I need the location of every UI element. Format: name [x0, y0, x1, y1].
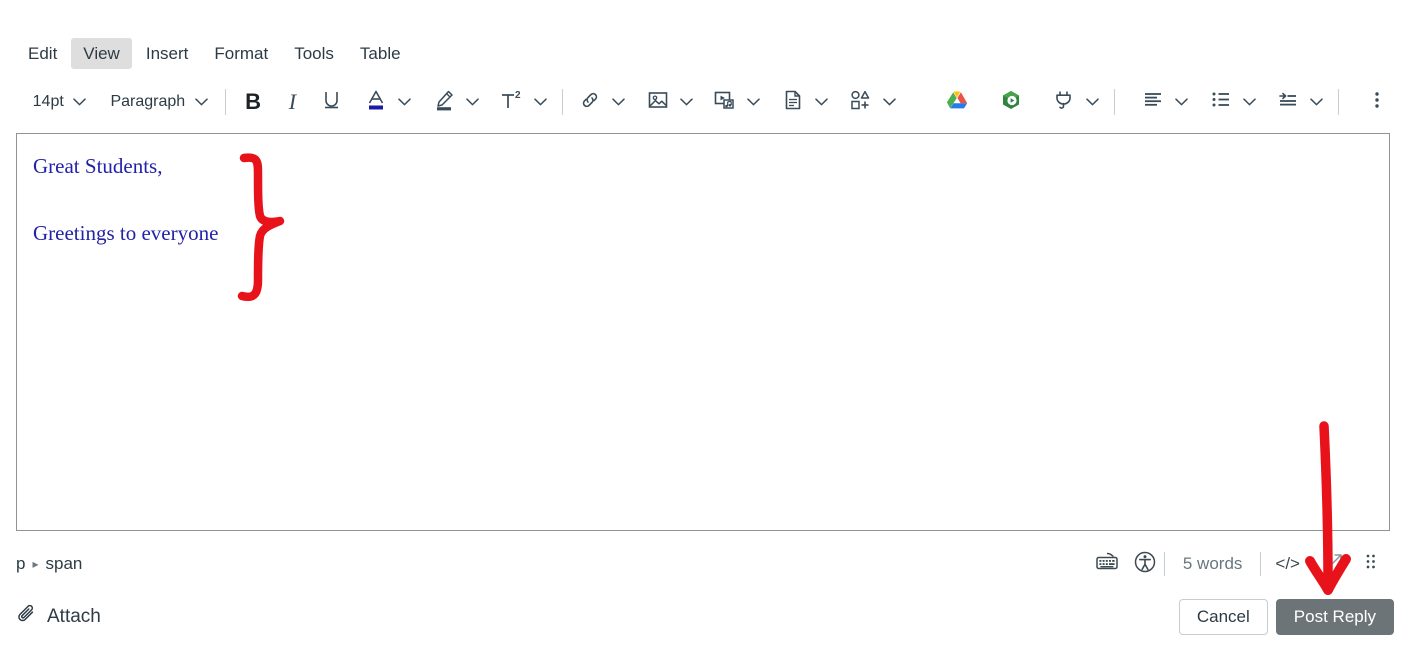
link-icon [579, 89, 601, 116]
link-button[interactable] [573, 85, 607, 119]
editor-footer-bar: Attach Cancel Post Reply [16, 594, 1394, 640]
toolbar-separator [561, 89, 563, 115]
attach-button[interactable]: Attach [16, 603, 101, 631]
resize-arrows-icon [1321, 550, 1345, 579]
apps-plug-icon [1052, 89, 1076, 116]
editor-paragraph-2[interactable]: Greetings to everyone [33, 223, 1373, 244]
highlight-chevron-down-icon[interactable] [461, 85, 484, 119]
menu-item-format[interactable]: Format [202, 38, 280, 69]
paperclip-icon [16, 603, 38, 631]
html-editor-button[interactable]: </> [1261, 554, 1314, 574]
block-format-value: Paragraph [110, 93, 186, 110]
google-drive-icon [945, 89, 969, 116]
resize-editor-button[interactable] [1314, 547, 1352, 581]
footer-actions: Cancel Post Reply [1178, 598, 1394, 636]
highlight-color-button[interactable] [427, 85, 461, 119]
word-count-label: 5 words [1182, 554, 1243, 573]
text-color-icon [365, 89, 387, 116]
menu-item-view[interactable]: View [71, 37, 132, 69]
apps-plug-button[interactable] [1047, 85, 1081, 119]
chevron-down-icon [193, 85, 209, 119]
align-chevron-down-icon[interactable] [1170, 85, 1193, 119]
breadcrumb-item-p[interactable]: p [16, 554, 25, 574]
superscript-button[interactable]: 2 [495, 85, 529, 119]
underline-icon [322, 90, 341, 115]
indent-icon [1277, 89, 1299, 116]
menu-item-tools[interactable]: Tools [282, 38, 346, 69]
toolbar-separator [1338, 89, 1340, 115]
rce-reply-editor: Edit View Insert Format Tools Table 14pt… [0, 0, 1410, 655]
media-button[interactable] [708, 85, 742, 119]
chevron-down-icon [72, 85, 88, 119]
media-chevron-down-icon[interactable] [742, 85, 765, 119]
font-size-value: 14pt [32, 93, 64, 110]
drag-handle-button[interactable] [1352, 547, 1390, 581]
more-options-icon [1374, 89, 1380, 116]
status-bar-tools: 5 words </> [1088, 547, 1390, 581]
bulleted-list-button[interactable] [1204, 85, 1238, 119]
cancel-button[interactable]: Cancel [1178, 598, 1268, 636]
editor-paragraph-1[interactable]: Great Students, [33, 156, 1373, 177]
indent-button[interactable] [1271, 85, 1305, 119]
menu-bar: Edit View Insert Format Tools Table [16, 32, 413, 74]
keyboard-shortcuts-button[interactable] [1088, 547, 1126, 581]
more-options-button[interactable] [1360, 85, 1394, 119]
studio-media-icon [999, 89, 1023, 116]
keyboard-icon [1095, 552, 1119, 577]
document-chevron-down-icon[interactable] [810, 85, 833, 119]
image-icon [647, 89, 669, 116]
post-reply-button[interactable]: Post Reply [1275, 598, 1394, 636]
toolbar-separator [225, 89, 227, 115]
formatting-toolbar: 14pt Paragraph B I 2 [16, 80, 1394, 124]
underline-button[interactable] [315, 85, 349, 119]
attach-label: Attach [47, 606, 101, 627]
drag-handle-icon [1364, 552, 1378, 577]
italic-button[interactable]: I [275, 85, 309, 119]
link-chevron-down-icon[interactable] [607, 85, 630, 119]
document-button[interactable] [776, 85, 810, 119]
shapes-icon [849, 89, 873, 116]
editor-status-bar: p ▸ span 5 words </> [16, 543, 1390, 585]
accessibility-checker-button[interactable] [1126, 547, 1164, 581]
image-button[interactable] [641, 85, 675, 119]
align-left-icon [1142, 89, 1164, 116]
accessibility-icon [1133, 550, 1157, 579]
list-chevron-down-icon[interactable] [1238, 85, 1261, 119]
menu-item-table[interactable]: Table [348, 38, 413, 69]
element-path-breadcrumb[interactable]: p ▸ span [16, 554, 82, 574]
menu-item-edit[interactable]: Edit [16, 38, 69, 69]
menu-item-insert[interactable]: Insert [134, 38, 201, 69]
document-icon [782, 89, 804, 116]
bold-icon: B [245, 89, 261, 114]
indent-chevron-down-icon[interactable] [1305, 85, 1328, 119]
text-color-button[interactable] [359, 85, 393, 119]
bold-button[interactable]: B [236, 85, 270, 119]
bulleted-list-icon [1210, 89, 1232, 116]
svg-text:2: 2 [515, 90, 521, 101]
breadcrumb-item-span[interactable]: span [46, 554, 83, 574]
italic-icon: I [288, 89, 297, 114]
align-button[interactable] [1136, 85, 1170, 119]
shapes-button[interactable] [844, 85, 878, 119]
block-format-selector[interactable]: Paragraph [104, 85, 215, 119]
apps-chevron-down-icon[interactable] [1081, 85, 1104, 119]
font-size-selector[interactable]: 14pt [27, 85, 94, 119]
chevron-right-icon: ▸ [32, 557, 39, 571]
superscript-chevron-down-icon[interactable] [529, 85, 552, 119]
editor-content-area[interactable]: Great Students, Greetings to everyone [17, 134, 1389, 306]
rich-text-editor-body[interactable]: Great Students, Greetings to everyone [16, 133, 1390, 531]
studio-media-button[interactable] [994, 85, 1028, 119]
image-chevron-down-icon[interactable] [675, 85, 698, 119]
google-drive-button[interactable] [940, 85, 974, 119]
superscript-icon: 2 [499, 89, 525, 116]
shapes-chevron-down-icon[interactable] [878, 85, 901, 119]
toolbar-separator [1114, 89, 1116, 115]
media-icon [713, 89, 737, 116]
text-color-chevron-down-icon[interactable] [393, 85, 416, 119]
highlight-color-icon [433, 89, 455, 116]
